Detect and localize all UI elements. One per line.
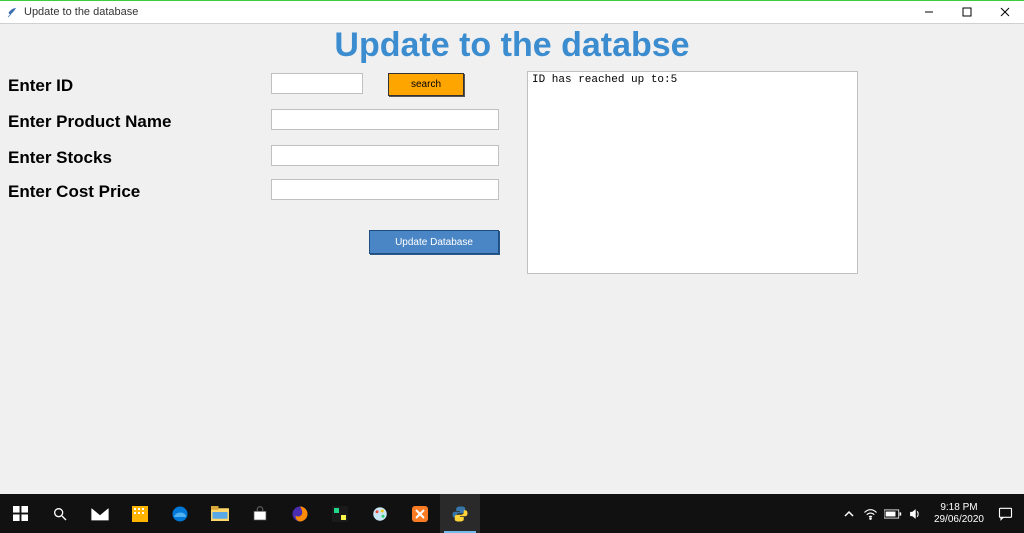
- mail-icon[interactable]: [80, 494, 120, 533]
- cost-price-input[interactable]: [271, 179, 499, 200]
- pycharm-icon[interactable]: [320, 494, 360, 533]
- label-cost: Enter Cost Price: [8, 182, 140, 202]
- search-button[interactable]: search: [388, 73, 464, 96]
- id-input[interactable]: [271, 73, 363, 94]
- window-buttons: [910, 0, 1024, 24]
- notification-icon[interactable]: [992, 494, 1018, 533]
- battery-icon[interactable]: [882, 494, 904, 533]
- taskbar-clock[interactable]: 9:18 PM 29/06/2020: [926, 502, 992, 526]
- label-id: Enter ID: [8, 76, 73, 96]
- stocks-input[interactable]: [271, 145, 499, 166]
- main-content: Update to the databse Enter ID Enter Pro…: [0, 24, 1024, 494]
- taskbar-time: 9:18 PM: [934, 502, 984, 514]
- label-stocks: Enter Stocks: [8, 148, 112, 168]
- tk-feather-icon: [6, 6, 18, 18]
- store-icon[interactable]: [240, 494, 280, 533]
- xampp-icon[interactable]: [400, 494, 440, 533]
- paint-icon[interactable]: [360, 494, 400, 533]
- search-icon[interactable]: [40, 494, 80, 533]
- firefox-icon[interactable]: [280, 494, 320, 533]
- file-explorer-icon[interactable]: [200, 494, 240, 533]
- taskbar-date: 29/06/2020: [934, 514, 984, 526]
- minimize-button[interactable]: [910, 0, 948, 24]
- windows-taskbar: 9:18 PM 29/06/2020: [0, 494, 1024, 533]
- maximize-button[interactable]: [948, 0, 986, 24]
- window-title: Update to the database: [24, 6, 910, 18]
- window-titlebar: Update to the database: [0, 0, 1024, 24]
- python-icon[interactable]: [440, 494, 480, 533]
- product-name-input[interactable]: [271, 109, 499, 130]
- edge-icon[interactable]: [160, 494, 200, 533]
- update-database-button[interactable]: Update Database: [369, 230, 499, 254]
- output-textarea[interactable]: ID has reached up to:5: [527, 71, 858, 274]
- start-button[interactable]: [0, 494, 40, 533]
- page-heading: Update to the databse: [0, 26, 1024, 65]
- wifi-icon[interactable]: [860, 494, 882, 533]
- tray-chevron-icon[interactable]: [838, 494, 860, 533]
- label-product: Enter Product Name: [8, 112, 171, 132]
- app-grid-icon[interactable]: [120, 494, 160, 533]
- close-button[interactable]: [986, 0, 1024, 24]
- volume-icon[interactable]: [904, 494, 926, 533]
